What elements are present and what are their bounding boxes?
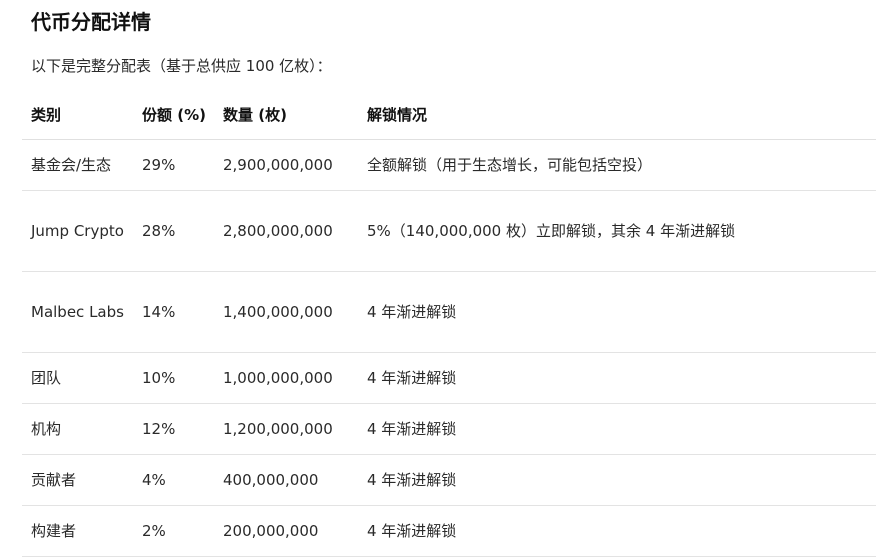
document-page: 代币分配详情 以下是完整分配表（基于总供应 100 亿枚）： 类别 份额 (%)… (0, 0, 877, 557)
cell-unlock: 4 年渐进解锁 (358, 505, 876, 557)
table-row: 构建者 2% 200,000,000 4 年渐进解锁 (22, 505, 876, 557)
cell-unlock: 全额解锁（用于生态增长，可能包括空投） (358, 139, 876, 191)
cell-unlock: 5%（140,000,000 枚）立即解锁，其余 4 年渐进解锁 (358, 190, 876, 272)
cell-category: Jump Crypto (22, 190, 133, 272)
header-amount: 数量 (枚) (214, 91, 358, 140)
page-title: 代币分配详情 (31, 10, 151, 34)
allocation-table: 类别 份额 (%) 数量 (枚) 解锁情况 基金会/生态 29% 2,900,0… (22, 91, 876, 557)
header-row: 类别 份额 (%) 数量 (枚) 解锁情况 (22, 91, 876, 140)
cell-share: 12% (133, 403, 214, 455)
cell-category: 贡献者 (22, 454, 133, 506)
cell-share: 4% (133, 454, 214, 506)
table-row: 基金会/生态 29% 2,900,000,000 全额解锁（用于生态增长，可能包… (22, 139, 876, 191)
cell-share: 14% (133, 271, 214, 353)
cell-category: 机构 (22, 403, 133, 455)
cell-share: 29% (133, 139, 214, 191)
cell-amount: 1,000,000,000 (214, 352, 358, 404)
table-body: 基金会/生态 29% 2,900,000,000 全额解锁（用于生态增长，可能包… (22, 139, 876, 557)
table-row: 机构 12% 1,200,000,000 4 年渐进解锁 (22, 403, 876, 455)
cell-amount: 400,000,000 (214, 454, 358, 506)
cell-amount: 200,000,000 (214, 505, 358, 557)
header-share: 份额 (%) (133, 91, 214, 140)
table-row: 团队 10% 1,000,000,000 4 年渐进解锁 (22, 352, 876, 404)
cell-amount: 1,400,000,000 (214, 271, 358, 353)
cell-share: 10% (133, 352, 214, 404)
header-unlock: 解锁情况 (358, 91, 876, 140)
cell-unlock: 4 年渐进解锁 (358, 403, 876, 455)
table-header: 类别 份额 (%) 数量 (枚) 解锁情况 (22, 91, 876, 140)
table-row: Malbec Labs 14% 1,400,000,000 4 年渐进解锁 (22, 271, 876, 353)
cell-unlock: 4 年渐进解锁 (358, 454, 876, 506)
cell-share: 2% (133, 505, 214, 557)
cell-category: 团队 (22, 352, 133, 404)
cell-amount: 1,200,000,000 (214, 403, 358, 455)
cell-category: Malbec Labs (22, 271, 133, 353)
cell-amount: 2,800,000,000 (214, 190, 358, 272)
table-row: Jump Crypto 28% 2,800,000,000 5%（140,000… (22, 190, 876, 272)
cell-category: 构建者 (22, 505, 133, 557)
cell-unlock: 4 年渐进解锁 (358, 352, 876, 404)
cell-unlock: 4 年渐进解锁 (358, 271, 876, 353)
intro-paragraph: 以下是完整分配表（基于总供应 100 亿枚）： (31, 57, 332, 75)
cell-share: 28% (133, 190, 214, 272)
header-category: 类别 (22, 91, 133, 140)
cell-amount: 2,900,000,000 (214, 139, 358, 191)
cell-category: 基金会/生态 (22, 139, 133, 191)
table-row: 贡献者 4% 400,000,000 4 年渐进解锁 (22, 454, 876, 506)
